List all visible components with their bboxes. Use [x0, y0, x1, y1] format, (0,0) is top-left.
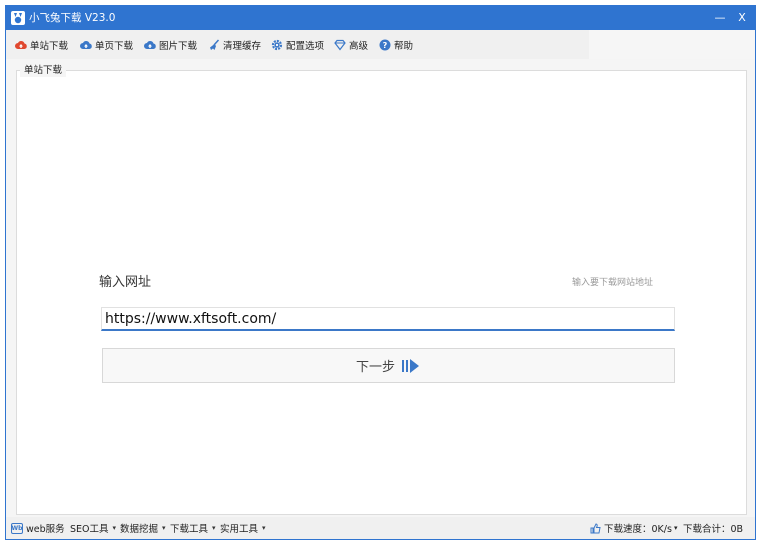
- toolbar-advanced[interactable]: 高级: [334, 30, 368, 59]
- title-bar[interactable]: 小飞兔下载 V23.0 — X: [6, 6, 755, 30]
- chevron-down-icon: ▾: [262, 524, 266, 532]
- single-site-panel: 输入网址 输入要下载网站地址 下一步: [16, 70, 747, 515]
- toolbar-single-site-download[interactable]: 单站下载: [15, 30, 68, 59]
- download-tools-menu[interactable]: 下载工具 ▾: [170, 517, 216, 539]
- toolbar-single-page-download[interactable]: 单页下载: [80, 30, 133, 59]
- chevron-down-icon: ▾: [112, 524, 117, 532]
- url-input[interactable]: [101, 307, 675, 331]
- toolbar-label: 高级: [349, 40, 369, 52]
- toolbar-image-download[interactable]: 图片下载: [144, 30, 197, 59]
- help-icon: ?: [379, 39, 391, 50]
- thumbs-up-icon: [590, 522, 601, 533]
- next-step-label: 下一步: [355, 360, 395, 375]
- separator-caret: ▾: [674, 524, 678, 532]
- web-service-icon: Wb: [11, 522, 23, 534]
- seo-tools-menu[interactable]: SEO工具 ▾: [70, 517, 116, 539]
- window-title: 小飞兔下载 V23.0: [29, 12, 116, 24]
- toolbar-label: 单站下载: [30, 40, 69, 52]
- toolbar-help[interactable]: ? 帮助: [379, 30, 413, 59]
- gear-icon: [271, 39, 283, 50]
- app-window: 小飞兔下载 V23.0 — X 单站下载 单页下载 图片下载 清理缓存 配置选项…: [5, 5, 756, 540]
- speed-text: 下载速度：0K/s: [604, 524, 672, 535]
- statusbar-label: SEO工具: [70, 524, 109, 535]
- cloud-upload-blue-icon: [144, 40, 156, 49]
- toolbar-label: 帮助: [394, 40, 414, 52]
- download-speed: 下载速度：0K/s: [590, 517, 672, 539]
- statusbar-label: 数据挖掘: [120, 524, 159, 535]
- status-separator: ▾: [674, 517, 678, 539]
- rabbit-logo-icon: [11, 11, 25, 25]
- toolbar-label: 单页下载: [95, 40, 134, 52]
- panel-title: 单站下载: [20, 65, 67, 77]
- toolbar: 单站下载 单页下载 图片下载 清理缓存 配置选项 高级 ? 帮助: [6, 30, 755, 59]
- toolbar-clear-cache[interactable]: 清理缓存: [208, 30, 261, 59]
- statusbar-label: 下载工具: [170, 524, 209, 535]
- svg-text:?: ?: [383, 41, 388, 50]
- toolbar-settings[interactable]: 配置选项: [271, 30, 324, 59]
- next-step-button[interactable]: 下一步: [102, 348, 675, 383]
- download-total: 下载合计：0B: [683, 517, 743, 539]
- utility-tools-menu[interactable]: 实用工具 ▾: [220, 517, 266, 539]
- toolbar-label: 配置选项: [286, 40, 325, 52]
- diamond-icon: [334, 39, 346, 50]
- statusbar-label: 实用工具: [220, 524, 259, 535]
- data-mining-menu[interactable]: 数据挖掘 ▾: [120, 517, 166, 539]
- url-label: 输入网址: [99, 275, 152, 290]
- total-text: 下载合计：0B: [683, 524, 744, 535]
- web-service-menu[interactable]: Wb web服务: [11, 517, 65, 539]
- cloud-upload-red-icon: [15, 40, 27, 49]
- toolbar-label: 清理缓存: [223, 40, 262, 52]
- toolbar-strip: [589, 30, 755, 59]
- close-button[interactable]: X: [731, 8, 753, 28]
- chevron-down-icon: ▾: [212, 524, 216, 532]
- cloud-upload-blue-icon: [80, 40, 92, 49]
- status-bar: Wb web服务 SEO工具 ▾ 数据挖掘 ▾ 下载工具 ▾ 实用工具 ▾ 下载…: [6, 517, 755, 539]
- broom-icon: [210, 38, 220, 50]
- toolbar-label: 图片下载: [159, 40, 198, 52]
- forward-arrow-icon: [402, 358, 419, 373]
- chevron-down-icon: ▾: [162, 524, 166, 532]
- statusbar-label: web服务: [26, 524, 65, 535]
- minimize-button[interactable]: —: [709, 8, 731, 28]
- url-hint: 输入要下载网站地址: [571, 278, 653, 288]
